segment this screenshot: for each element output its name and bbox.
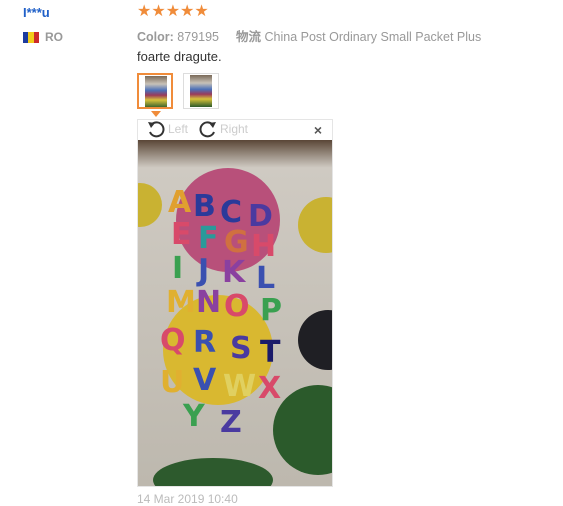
review-meta: Color: 879195 物流 China Post Ordinary Sma… (137, 26, 481, 45)
svg-text:L: L (256, 261, 275, 296)
svg-text:N: N (196, 285, 221, 320)
selected-thumbnail-pointer (151, 111, 161, 117)
svg-text:U: U (160, 365, 184, 400)
thumbnail-1[interactable] (137, 73, 173, 109)
thumbnail-2[interactable] (183, 73, 219, 109)
svg-text:J: J (196, 253, 209, 288)
svg-text:H: H (251, 229, 276, 264)
reviewer-country: RO (23, 30, 63, 44)
svg-text:Y: Y (182, 399, 206, 434)
review-photo: A B C D E F G H I J K L M N O P Q R S T (138, 140, 332, 486)
photo-thumbnail-icon (190, 75, 212, 107)
svg-text:R: R (193, 325, 216, 360)
close-viewer-button[interactable]: × (314, 122, 322, 138)
svg-text:W: W (223, 369, 256, 404)
svg-text:O: O (224, 289, 250, 324)
color-value: 879195 (177, 30, 220, 44)
rotate-right-button[interactable]: Right (198, 120, 248, 138)
rating-stars: ★ ★ ★ ★ ★ (137, 4, 209, 20)
shipping-label: 物流 (235, 30, 261, 44)
svg-text:F: F (198, 221, 219, 256)
svg-text:P: P (260, 293, 282, 328)
star-icon: ★ (194, 3, 209, 20)
photo-thumbnail-icon (145, 76, 167, 107)
country-code: RO (45, 30, 63, 44)
svg-text:A: A (168, 185, 192, 220)
svg-text:V: V (193, 363, 217, 398)
review-text: foarte dragute. (137, 49, 222, 64)
svg-text:E: E (171, 217, 192, 252)
image-viewer: Left Right × A B C D E F G H I J K L M N… (137, 119, 333, 487)
rotate-right-icon (199, 121, 216, 138)
svg-text:M: M (166, 285, 196, 320)
star-icon: ★ (165, 3, 181, 20)
viewer-toolbar: Left Right × (138, 120, 332, 140)
thumbnail-strip (137, 73, 219, 109)
star-icon: ★ (151, 3, 166, 20)
review-date: 14 Mar 2019 10:40 (137, 492, 238, 506)
rotate-right-label: Right (220, 122, 249, 136)
rotate-left-button[interactable]: Left (146, 120, 188, 138)
rotate-left-icon (148, 121, 165, 138)
star-icon: ★ (180, 3, 195, 20)
svg-text:S: S (230, 331, 252, 366)
romania-flag-icon (23, 31, 39, 43)
color-label: Color: (137, 30, 174, 44)
svg-text:X: X (258, 371, 281, 406)
reviewer-name[interactable]: I***u (23, 5, 50, 20)
svg-text:T: T (260, 335, 281, 370)
star-icon: ★ (137, 3, 152, 20)
foam-letters-photo: A B C D E F G H I J K L M N O P Q R S T (138, 140, 332, 486)
svg-text:Z: Z (220, 405, 242, 440)
shipping-value: China Post Ordinary Small Packet Plus (264, 30, 482, 44)
svg-text:K: K (222, 255, 247, 290)
rotate-left-label: Left (168, 122, 189, 136)
svg-text:I: I (172, 251, 183, 286)
svg-text:B: B (193, 189, 216, 224)
svg-text:Q: Q (160, 323, 186, 358)
